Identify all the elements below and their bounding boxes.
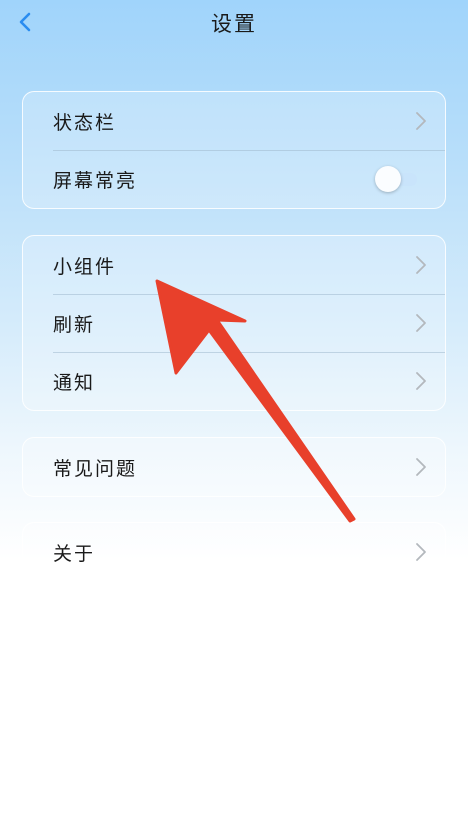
settings-group-faq: 常见问题 xyxy=(22,437,446,497)
setting-faq[interactable]: 常见问题 xyxy=(23,438,445,496)
setting-notifications[interactable]: 通知 xyxy=(23,352,445,410)
settings-group-widgets: 小组件 刷新 通知 xyxy=(22,235,446,411)
setting-status-bar[interactable]: 状态栏 xyxy=(23,92,445,150)
chevron-right-icon xyxy=(416,256,426,274)
top-bar: 设置 xyxy=(0,0,468,46)
keep-screen-on-toggle[interactable] xyxy=(375,166,419,192)
setting-label: 屏幕常亮 xyxy=(53,170,138,192)
setting-about[interactable]: 关于 xyxy=(23,523,445,581)
setting-refresh[interactable]: 刷新 xyxy=(23,294,445,352)
setting-label: 刷新 xyxy=(53,314,96,336)
chevron-right-icon xyxy=(416,112,426,130)
chevron-right-icon xyxy=(416,543,426,561)
setting-label: 通知 xyxy=(53,372,96,394)
toggle-knob xyxy=(375,166,401,192)
setting-label: 常见问题 xyxy=(53,458,138,480)
setting-widgets[interactable]: 小组件 xyxy=(23,236,445,294)
setting-keep-screen-on: 屏幕常亮 xyxy=(23,150,445,208)
settings-group-about: 关于 xyxy=(22,522,446,582)
chevron-right-icon xyxy=(416,314,426,332)
settings-group-display: 状态栏 屏幕常亮 xyxy=(22,91,446,209)
chevron-right-icon xyxy=(416,372,426,390)
setting-label: 小组件 xyxy=(53,256,117,278)
setting-label: 状态栏 xyxy=(53,112,117,134)
setting-label: 关于 xyxy=(53,543,96,565)
page-title: 设置 xyxy=(211,12,257,36)
chevron-right-icon xyxy=(416,458,426,476)
